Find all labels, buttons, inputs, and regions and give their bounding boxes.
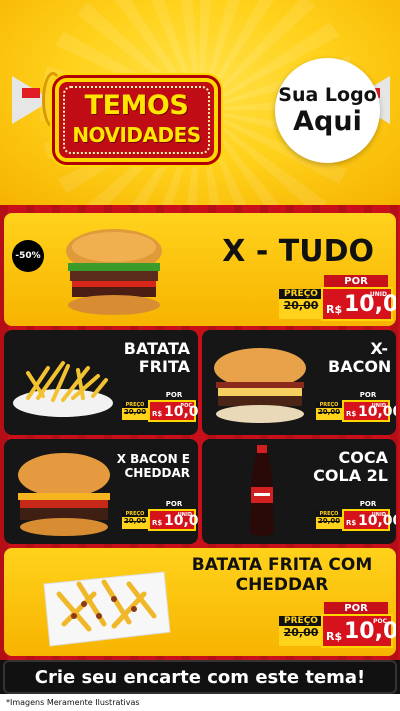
- product-name: X - TUDO: [222, 234, 374, 269]
- disclaimer-text: *Imagens Meramente Ilustrativas: [0, 694, 400, 711]
- badge-line2: NOVIDADES: [72, 123, 201, 147]
- product-name: X BACON E CHEDDAR: [116, 452, 190, 480]
- hero-banner: TEMOS NOVIDADES Sua Logo Aqui: [0, 0, 400, 260]
- discount-badge: -50%: [12, 240, 44, 272]
- badge-line1: TEMOS: [84, 90, 189, 121]
- new-price: R$ 10,00 UNID: [321, 287, 396, 321]
- product-card-batata-frita: BATATA FRITA PREÇO 20,00 POR R$ 10,00 PO…: [4, 330, 198, 435]
- fries-image: [13, 361, 113, 417]
- product-name: BATATA FRITA COM CHEDDAR: [191, 555, 373, 595]
- logo-line1: Sua Logo: [278, 83, 377, 106]
- product-card-batata-cheddar: BATATA FRITA COM CHEDDAR PREÇO 20,00 POR…: [4, 548, 396, 656]
- logo-line2: Aqui: [293, 105, 362, 137]
- burger-image: [18, 453, 110, 536]
- soda-bottle-image: [250, 445, 274, 536]
- temos-novidades-badge: TEMOS NOVIDADES: [55, 78, 218, 162]
- product-card-x-tudo: -50% X - TUDO PREÇO 20,00 POR R$ 10,00 U…: [4, 213, 396, 326]
- cta-banner: Crie seu encarte com este tema!: [3, 660, 397, 694]
- burger-image: [214, 348, 306, 423]
- burger-image: [66, 229, 162, 315]
- fries-cheddar-image: [43, 571, 171, 647]
- product-card-x-bacon: X-BACON PREÇO 20,00 POR R$ 10,00 UNID: [202, 330, 396, 435]
- product-card-coca-cola: COCA COLA 2L PREÇO 20,00 POR R$ 10,00 UN…: [202, 439, 396, 544]
- product-name: COCA COLA 2L: [313, 448, 388, 486]
- product-card-x-bacon-cheddar: X BACON E CHEDDAR PREÇO 20,00 POR R$ 10,…: [4, 439, 198, 544]
- old-price: PREÇO 20,00: [279, 289, 323, 319]
- product-name: X-BACON: [328, 339, 392, 377]
- logo-placeholder: Sua Logo Aqui: [275, 58, 380, 163]
- product-name: BATATA FRITA: [123, 339, 190, 377]
